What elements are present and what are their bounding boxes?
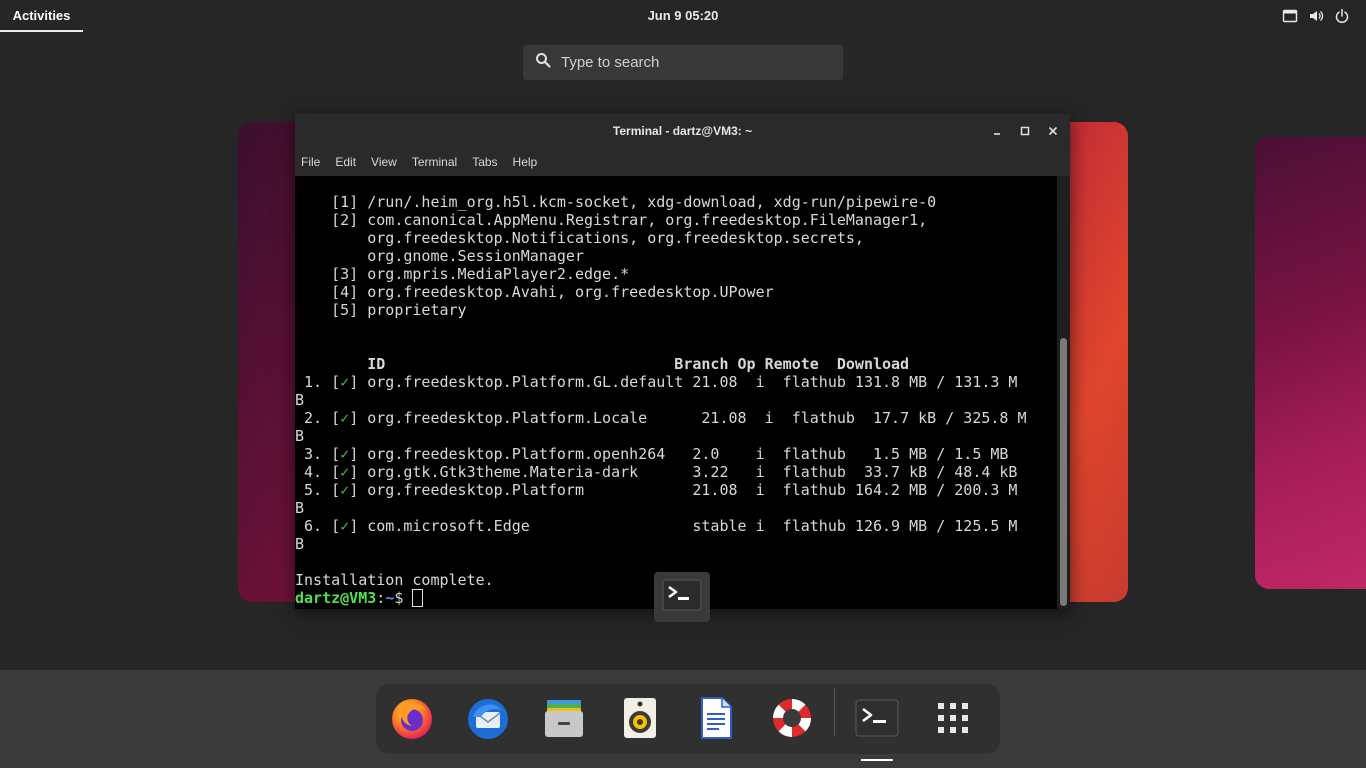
- row-number: 2.: [295, 409, 323, 427]
- table-row: 4. [✓] org.gtk.Gtk3theme.Materia-dark 3.…: [295, 463, 1018, 481]
- dock-firefox[interactable]: [388, 696, 436, 744]
- row-details: 21.08 i flathub 131.8 MB / 131.3 M: [683, 373, 1018, 391]
- rhythmbox-icon: [617, 695, 663, 746]
- dock-writer[interactable]: [692, 696, 740, 744]
- terminal-titlebar[interactable]: Terminal - dartz@VM3: ~: [295, 114, 1070, 148]
- menu-file[interactable]: File: [301, 155, 320, 169]
- row-number: 5.: [295, 481, 323, 499]
- text-cursor: [412, 589, 424, 607]
- power-icon[interactable]: [1334, 8, 1350, 24]
- prompt-separator: :: [376, 589, 386, 607]
- row-details: 21.08 i flathub 164.2 MB / 200.3 M: [692, 481, 1018, 499]
- row-id: org.gtk.Gtk3theme.Materia-dark: [367, 463, 693, 481]
- row-details: 2.0 i flathub 1.5 MB / 1.5 MB: [692, 445, 1009, 463]
- table-row-wrap: B: [295, 535, 305, 553]
- table-row-wrap: B: [295, 499, 305, 517]
- terminal-output[interactable]: [1] /run/.heim_org.h5l.kcm-socket, xdg-d…: [295, 176, 1057, 609]
- terminal-line: [5] proprietary: [295, 301, 467, 319]
- workspace-thumbnail-next[interactable]: [1255, 137, 1366, 589]
- window-title: Terminal - dartz@VM3: ~: [612, 124, 753, 138]
- search-input[interactable]: [561, 54, 821, 71]
- terminal-menubar: File Edit View Terminal Tabs Help: [295, 148, 1070, 176]
- row-id: com.microsoft.Edge: [367, 517, 693, 535]
- row-number: 6.: [295, 517, 323, 535]
- scrollbar-thumb[interactable]: [1060, 338, 1067, 606]
- prompt-sign: $: [394, 589, 413, 607]
- terminal-line: [4] org.freedesktop.Avahi, org.freedeskt…: [295, 283, 774, 301]
- menu-help[interactable]: Help: [513, 155, 538, 169]
- thunderbird-icon: [465, 695, 511, 746]
- maximize-icon[interactable]: [1017, 123, 1033, 139]
- clock-button[interactable]: Jun 9 05:20: [648, 8, 719, 23]
- row-id: org.freedesktop.Platform.GL.default: [367, 373, 684, 391]
- help-icon: [769, 695, 815, 746]
- terminal-icon: [854, 698, 900, 743]
- clock: Jun 9 05:20: [0, 8, 1366, 23]
- table-row: 6. [✓] com.microsoft.Edge stable i flath…: [295, 517, 1018, 535]
- table-row-wrap: B: [295, 391, 305, 409]
- row-number: 1.: [295, 373, 323, 391]
- row-number: 3.: [295, 445, 323, 463]
- dock-rhythmbox[interactable]: [616, 696, 664, 744]
- files-icon: [541, 695, 587, 746]
- row-id: org.freedesktop.Platform.Locale: [367, 409, 693, 427]
- terminal-blank-line: [295, 337, 1057, 355]
- terminal-line: [2] com.canonical.AppMenu.Registrar, org…: [295, 211, 928, 229]
- row-details: 3.22 i flathub 33.7 kB / 48.4 kB: [692, 463, 1018, 481]
- check-icon: ✓: [340, 481, 350, 499]
- check-icon: ✓: [340, 463, 350, 481]
- menu-edit[interactable]: Edit: [335, 155, 356, 169]
- terminal-window[interactable]: Terminal - dartz@VM3: ~ File Edit View T…: [295, 114, 1070, 609]
- dock-terminal[interactable]: [853, 696, 901, 744]
- terminal-line: [1] /run/.heim_org.h5l.kcm-socket, xdg-d…: [295, 193, 937, 211]
- check-icon: ✓: [340, 409, 350, 427]
- table-row: 1. [✓] org.freedesktop.Platform.GL.defau…: [295, 373, 1018, 391]
- search-box[interactable]: [523, 45, 843, 80]
- table-row: 3. [✓] org.freedesktop.Platform.openh264…: [295, 445, 1009, 463]
- minimize-icon[interactable]: [989, 123, 1005, 139]
- row-details: stable i flathub 126.9 MB / 125.5 M: [692, 517, 1018, 535]
- check-icon: ✓: [340, 373, 350, 391]
- row-number: 4.: [295, 463, 323, 481]
- menu-tabs[interactable]: Tabs: [472, 155, 497, 169]
- show-apps-icon: [936, 701, 970, 740]
- row-id: org.freedesktop.Platform.openh264: [367, 445, 693, 463]
- terminal-line: org.gnome.SessionManager: [295, 247, 584, 265]
- terminal-line: [3] org.mpris.MediaPlayer2.edge.*: [295, 265, 630, 283]
- table-row-wrap: B: [295, 427, 305, 445]
- check-icon: ✓: [340, 445, 350, 463]
- terminal-line: org.freedesktop.Notifications, org.freed…: [295, 229, 864, 247]
- prompt-path: ~: [385, 589, 395, 607]
- table-header: ID Branch Op Remote Download: [295, 355, 910, 373]
- network-icon[interactable]: [1282, 8, 1298, 24]
- prompt-user: dartz@VM3: [295, 589, 377, 607]
- writer-icon: [693, 695, 739, 746]
- volume-icon[interactable]: [1308, 8, 1324, 24]
- table-row: 2. [✓] org.freedesktop.Platform.Locale 2…: [295, 409, 1027, 427]
- dock-thunderbird[interactable]: [464, 696, 512, 744]
- firefox-icon: [389, 695, 435, 746]
- terminal-blank-line: [295, 319, 1057, 337]
- table-row: 5. [✓] org.freedesktop.Platform 21.08 i …: [295, 481, 1018, 499]
- menu-view[interactable]: View: [371, 155, 397, 169]
- row-id: org.freedesktop.Platform: [367, 481, 693, 499]
- dock-show-apps[interactable]: [929, 696, 977, 744]
- search-icon: [535, 52, 551, 73]
- window-app-icon: [654, 572, 710, 622]
- dock-separator: [834, 688, 835, 736]
- row-details: 21.08 i flathub 17.7 kB / 325.8 M: [692, 409, 1027, 427]
- activities-button[interactable]: Activities: [0, 0, 83, 32]
- dock-help[interactable]: [768, 696, 816, 744]
- close-icon[interactable]: [1045, 123, 1061, 139]
- terminal-icon: [662, 579, 702, 616]
- terminal-blank-line: [295, 553, 1057, 571]
- dock-files[interactable]: [540, 696, 588, 744]
- top-bar: Activities Jun 9 05:20: [0, 0, 1366, 32]
- menu-terminal[interactable]: Terminal: [412, 155, 457, 169]
- running-indicator: [861, 759, 893, 761]
- scrollbar[interactable]: [1057, 176, 1070, 609]
- check-icon: ✓: [340, 517, 350, 535]
